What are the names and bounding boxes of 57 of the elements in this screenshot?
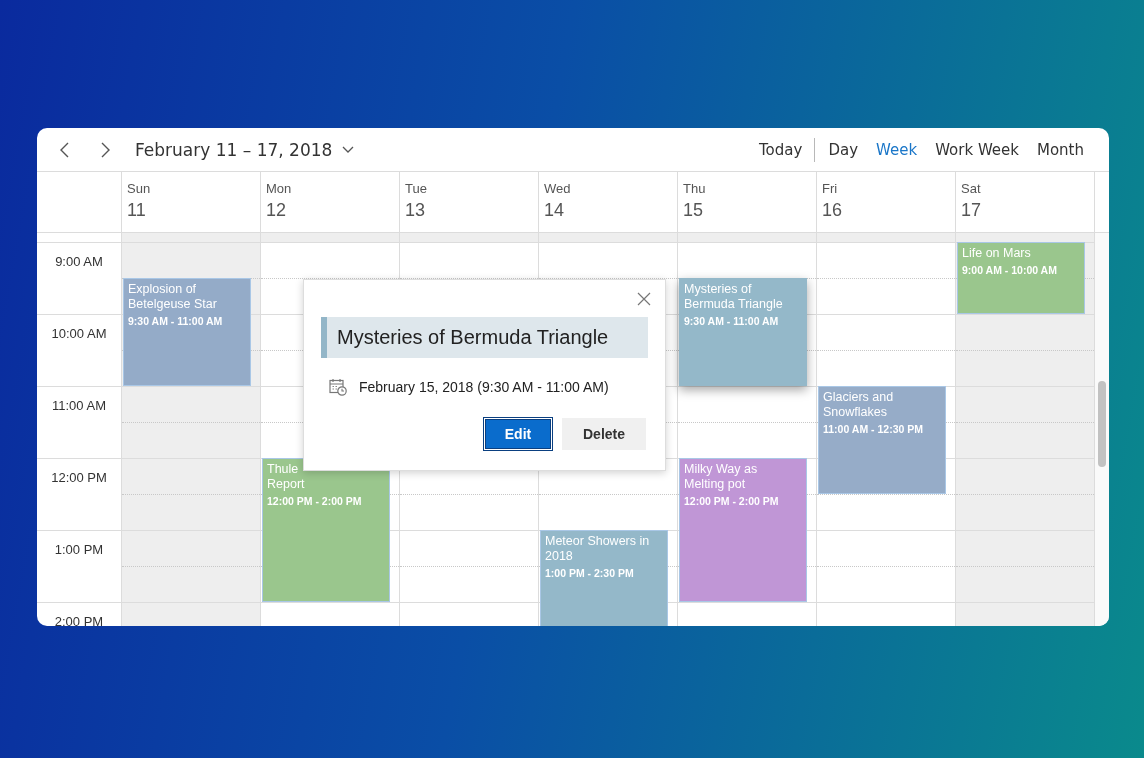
event-time: 9:30 AM - 11:00 AM — [684, 315, 780, 327]
delete-button[interactable]: Delete — [562, 418, 646, 450]
calendar-clock-icon — [329, 378, 347, 396]
event-card[interactable]: Milky Way as Melting pot 12:00 PM - 2:00 PM — [679, 458, 807, 602]
day-name: Thu — [683, 181, 706, 196]
day-name: Wed — [544, 181, 571, 196]
close-icon[interactable] — [637, 292, 651, 306]
time-label: 10:00 AM — [51, 326, 107, 341]
time-label: 12:00 PM — [51, 470, 107, 485]
day-date: 13 — [405, 200, 426, 221]
day-date: 15 — [683, 200, 704, 221]
view-tab[interactable]: Week — [867, 136, 927, 163]
time-label: 1:00 PM — [54, 542, 104, 557]
chevron-right-icon — [100, 141, 110, 158]
event-time: 12:00 PM - 2:00 PM — [684, 495, 780, 507]
chevron-left-icon — [59, 141, 69, 158]
event-title: Explosion of — [128, 282, 198, 297]
day-date: 16 — [822, 200, 843, 221]
caret-icon — [342, 146, 355, 153]
time-label: 9:00 AM — [55, 254, 103, 269]
event-title: Meteor Showers in — [545, 534, 651, 549]
today-button[interactable]: Today — [750, 136, 812, 163]
event-time: 11:00 AM - 12:30 PM — [823, 423, 924, 435]
day-name: Fri — [822, 181, 838, 196]
time-label: 2:00 PM — [54, 614, 104, 626]
day-date: 17 — [961, 200, 982, 221]
day-name: Sun — [127, 181, 151, 196]
event-time: 9:30 AM - 11:00 AM — [128, 315, 224, 327]
event-title: Life on Mars — [962, 246, 1032, 261]
day-name: Mon — [266, 181, 292, 196]
view-tab[interactable]: Month — [1028, 136, 1093, 163]
event-details: February 15, 2018 (9:30 AM - 11:00 AM) — [359, 379, 609, 395]
edit-button[interactable]: Edit — [484, 418, 552, 450]
day-date: 11 — [127, 200, 146, 221]
event-time: 12:00 PM - 2:00 PM — [267, 495, 363, 507]
view-tab[interactable]: Work Week — [926, 136, 1028, 163]
day-date: 14 — [544, 200, 565, 221]
day-date: 12 — [266, 200, 287, 221]
event-title: Glaciers and — [823, 390, 895, 405]
event-title: Snowflakes — [823, 405, 888, 420]
event-title: Melting pot — [684, 477, 747, 492]
event-time: 9:00 AM - 10:00 AM — [962, 264, 1058, 276]
event-time: 1:00 PM - 2:30 PM — [545, 567, 635, 579]
event-title: Betelgeuse Star — [128, 297, 218, 312]
scrollbar[interactable] — [1094, 233, 1109, 626]
event-title: Mysteries of — [684, 282, 753, 297]
event-title: 2018 — [545, 549, 574, 564]
event-title: Bermuda Triangle — [684, 297, 784, 312]
event-title: Report — [267, 477, 306, 492]
day-name: Sat — [961, 181, 981, 196]
popup-title: Mysteries of Bermuda Triangle — [321, 317, 648, 358]
date-range-dropdown[interactable]: February 11 – 17, 2018 — [131, 139, 359, 160]
event-title: Milky Way as — [684, 462, 759, 477]
day-name: Tue — [405, 181, 427, 196]
time-label: 11:00 AM — [52, 398, 106, 413]
view-tab[interactable]: Day — [819, 136, 867, 163]
event-title: Thule — [267, 462, 300, 477]
